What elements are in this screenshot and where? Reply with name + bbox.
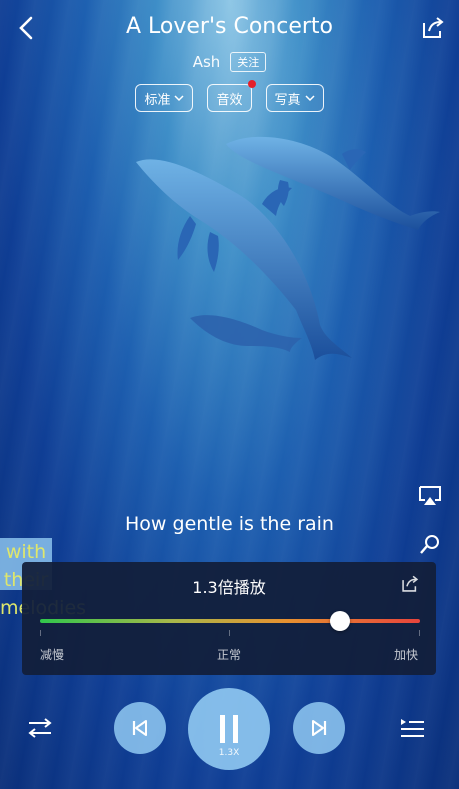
photo-label: 写真 (274, 92, 301, 108)
top-bar: A Lover's Concerto Ash 关注 标准 音效 写真 (0, 0, 459, 112)
airplay-icon[interactable] (417, 484, 443, 512)
artist-row: Ash 关注 (0, 52, 459, 72)
playback-controls: 1.3X (0, 688, 459, 778)
pause-button[interactable]: 1.3X (188, 688, 270, 770)
normal-label: 正常 (216, 648, 241, 662)
speed-scale: 减慢 正常 加快 (40, 646, 418, 663)
dolphin-illustration (136, 136, 440, 360)
sound-effect-chip[interactable]: 音效 (207, 80, 256, 112)
quality-chip[interactable]: 标准 (135, 84, 194, 112)
slider-tick (40, 630, 41, 636)
share-icon[interactable] (400, 574, 420, 594)
slider-tick (229, 630, 230, 636)
next-icon (312, 720, 327, 736)
follow-button[interactable]: 关注 (230, 52, 267, 72)
loop-icon[interactable] (24, 712, 56, 744)
option-chips: 标准 音效 写真 (0, 80, 459, 112)
speed-slider-track[interactable] (40, 619, 420, 623)
share-icon[interactable] (419, 14, 447, 42)
speed-panel: 1.3倍播放 减慢 正常 加快 (22, 562, 436, 675)
speed-slider-knob[interactable] (330, 611, 351, 631)
playlist-icon[interactable] (396, 712, 428, 744)
photo-chip[interactable]: 写真 (265, 84, 324, 112)
notification-badge (247, 80, 256, 88)
chevron-down-icon (304, 95, 315, 102)
song-title: A Lover's Concerto (125, 14, 333, 39)
fast-label: 加快 (393, 648, 418, 662)
chevron-down-icon (174, 95, 185, 102)
previous-icon (132, 720, 147, 736)
slow-label: 减慢 (40, 648, 65, 662)
next-button[interactable] (293, 702, 345, 754)
quality-label: 标准 (144, 92, 171, 108)
speed-badge: 1.3X (218, 748, 240, 758)
pause-icon (220, 715, 238, 743)
previous-button[interactable] (114, 702, 166, 754)
sound-effect-label: 音效 (216, 92, 243, 108)
speed-title: 1.3倍播放 (192, 578, 266, 597)
slider-tick (419, 630, 420, 636)
artist-name[interactable]: Ash (193, 53, 221, 71)
lyric-current-line: How gentle is the rain (125, 513, 334, 535)
